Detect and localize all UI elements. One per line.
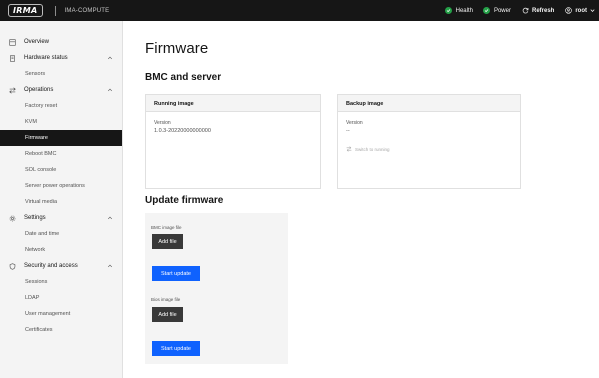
bios-add-file-button[interactable]: Add file — [152, 307, 183, 322]
sidebar-item-certificates[interactable]: Certificates — [0, 322, 122, 338]
nav-security-label: Security and access — [24, 263, 78, 269]
dashboard-icon — [9, 38, 16, 46]
nav-overview-label: Overview — [24, 39, 50, 45]
sidebar-item-sensors[interactable]: Sensors — [0, 66, 122, 82]
header-divider — [54, 5, 56, 16]
nav-group-hardware-status[interactable]: Hardware status — [0, 50, 122, 66]
bmc-file-label: BMC image file — [151, 225, 182, 230]
user-label: root — [575, 7, 587, 14]
switch-to-running-label: Switch to running — [355, 146, 390, 152]
health-label: Health — [455, 7, 473, 14]
sidebar-item-ldap[interactable]: LDAP — [0, 290, 122, 306]
shield-icon — [9, 262, 16, 270]
operations-icon — [9, 86, 16, 94]
switch-to-running-button[interactable]: Switch to running — [346, 146, 512, 152]
backup-version-value: -- — [346, 128, 350, 134]
power-status[interactable]: Power — [482, 7, 511, 14]
user-avatar-icon — [565, 7, 573, 14]
refresh-icon — [522, 7, 529, 14]
page-title: Firmware — [145, 40, 209, 57]
brand-logo[interactable]: IRMA — [8, 4, 43, 17]
running-version-value: 1.0.3-20220000000000 — [154, 128, 211, 134]
top-header: IRMA IMA-COMPUTE Health Power Refresh ro… — [0, 0, 599, 21]
header-actions: Health Power Refresh root — [435, 0, 599, 21]
refresh-button[interactable]: Refresh — [522, 7, 554, 14]
nav-group-operations[interactable]: Operations — [0, 82, 122, 98]
nav-group-security-and-access[interactable]: Security and access — [0, 258, 122, 274]
power-label: Power — [493, 7, 511, 14]
nav-overview[interactable]: Overview — [0, 34, 122, 50]
user-menu-button[interactable]: root — [565, 7, 596, 14]
chevron-down-icon — [590, 9, 595, 12]
sidebar-item-reboot-bmc[interactable]: Reboot BMC — [0, 146, 122, 162]
refresh-label: Refresh — [531, 7, 555, 14]
running-image-header: Running image — [146, 95, 320, 112]
sidebar-item-factory-reset[interactable]: Factory reset — [0, 98, 122, 114]
backup-image-header: Backup image — [338, 95, 520, 112]
sidebar-item-sol-console[interactable]: SOL console — [0, 162, 122, 178]
sidebar-item-virtual-media[interactable]: Virtual media — [0, 194, 122, 210]
nav-settings-label: Settings — [24, 215, 46, 221]
nav-hardware-label: Hardware status — [24, 55, 68, 61]
sidebar-item-network[interactable]: Network — [0, 242, 122, 258]
running-version-label: Version — [154, 120, 171, 126]
update-firmware-panel: BMC image file Add file Start update Bio… — [145, 213, 288, 364]
chevron-up-icon — [107, 56, 113, 60]
hardware-icon — [10, 54, 15, 62]
sidebar-item-sessions[interactable]: Sessions — [0, 274, 122, 290]
nav-group-settings[interactable]: Settings — [0, 210, 122, 226]
host-name: IMA-COMPUTE — [64, 7, 110, 14]
logo-text: IRMA — [13, 6, 38, 15]
backup-image-card: Backup image Version -- Switch to runnin… — [337, 94, 521, 189]
sidebar-item-date-and-time[interactable]: Date and time — [0, 226, 122, 242]
power-ok-icon — [482, 7, 490, 14]
running-image-card: Running image Version 1.0.3-202200000000… — [145, 94, 321, 189]
sidebar-item-kvm[interactable]: KVM — [0, 114, 122, 130]
backup-version-label: Version — [346, 120, 363, 126]
nav-operations-label: Operations — [24, 87, 54, 93]
bmc-add-file-button[interactable]: Add file — [152, 234, 183, 249]
sidebar-nav: Overview Hardware status Sensors Operati… — [0, 21, 123, 378]
chevron-up-icon — [107, 88, 113, 92]
sidebar-item-server-power-operations[interactable]: Server power operations — [0, 178, 122, 194]
bios-start-update-button[interactable]: Start update — [152, 341, 200, 356]
health-ok-icon — [444, 7, 452, 14]
update-section-title: Update firmware — [145, 195, 224, 206]
bmc-start-update-button[interactable]: Start update — [152, 266, 200, 281]
backup-image-body: Version -- Switch to running — [338, 112, 520, 160]
running-image-body: Version 1.0.3-20220000000000 — [146, 112, 320, 142]
sidebar-item-user-management[interactable]: User management — [0, 306, 122, 322]
bmc-section-title: BMC and server — [145, 72, 222, 83]
health-status[interactable]: Health — [444, 7, 473, 14]
chevron-up-icon — [107, 216, 113, 220]
chevron-up-icon — [107, 264, 113, 268]
gear-icon — [9, 215, 16, 221]
bios-file-label: Bios image file — [151, 297, 181, 302]
sidebar-item-firmware[interactable]: Firmware — [0, 130, 122, 146]
switch-arrows-icon — [346, 146, 352, 152]
